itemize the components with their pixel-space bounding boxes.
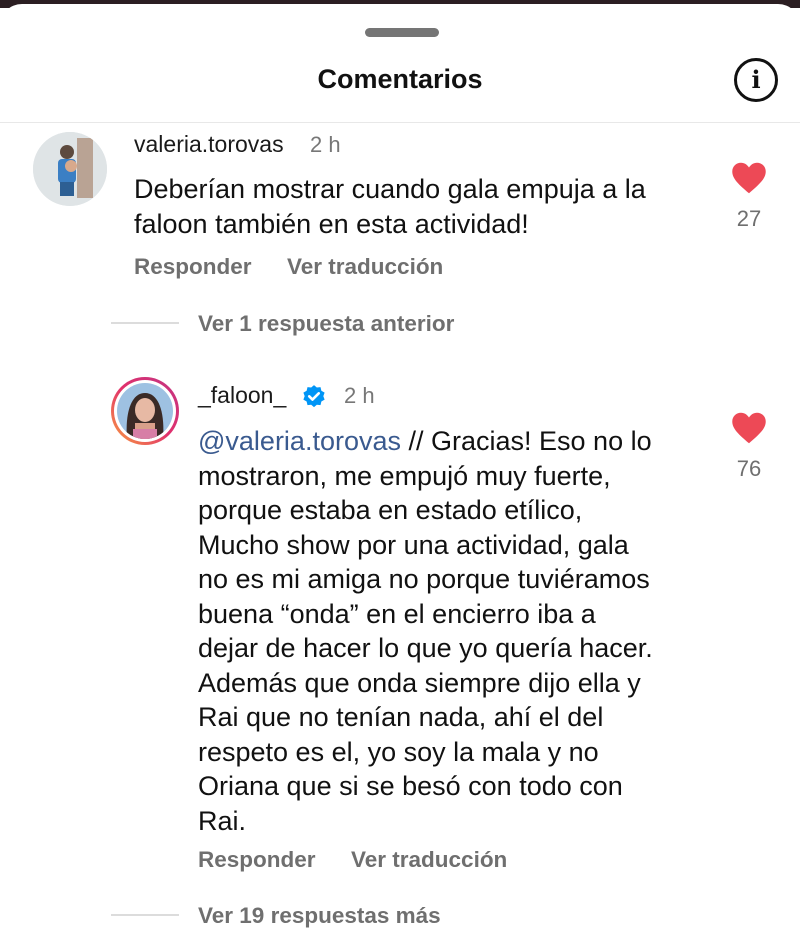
comment-text-line: Además que onda siempre dijo ella y [198,667,641,698]
sheet-title: Comentarios [317,64,483,94]
comment-text-line: dejar de hacer lo que yo quería hacer. [198,633,653,663]
verified-badge-icon [303,385,325,408]
comment-username[interactable]: _faloon_ [198,382,286,409]
comment-text-line: buena “onda” en el encierro iba a [198,598,596,629]
like-count: 76 [736,456,762,481]
comment-text-line: respeto es el, yo soy la mala y no [198,736,599,767]
heart-icon[interactable] [731,162,767,194]
heart-icon[interactable] [731,412,767,444]
comment-text-line: faloon también en esta actividad! [134,208,529,239]
comment-text-line: Oriana que si se besó con todo con [198,771,623,801]
comments-sheet: Comentarios i valeria.torovas 2 h Deberí… [0,4,800,929]
see-translation-button[interactable]: Ver traducción [351,847,507,873]
comment-text-line: Mucho show por una actividad, gala [198,529,629,560]
comment-time: 2 h [310,132,341,157]
comment-text-line: Deberían mostrar cuando gala empuja a la [134,174,646,204]
comment-text-line: @valeria.torovas // Gracias! Eso no lo [198,424,653,459]
drag-handle[interactable] [365,28,439,37]
comment-text: @valeria.torovas // Gracias! Eso no lo m… [198,424,653,838]
comment-text-line: no es mi amiga no porque tuviéramos [198,564,650,594]
thread-line [111,914,179,916]
view-more-replies-button[interactable]: Ver 19 respuestas más [198,903,441,929]
header-divider [0,122,800,123]
mention-link[interactable]: @valeria.torovas [198,426,401,456]
see-translation-button[interactable]: Ver traducción [287,254,443,280]
comment-text-line: mostraron, me empujó muy fuerte, [198,460,611,491]
reply-button[interactable]: Responder [198,847,316,873]
reply-button[interactable]: Responder [134,254,252,280]
like-count: 27 [736,206,762,231]
thread-line [111,322,179,324]
avatar-faloon[interactable] [111,377,179,445]
comment-text-line: Rai que no tenían nada, ahí el del [198,702,604,732]
comment-text-segment: // Gracias! Eso no lo [401,426,652,456]
comment-text: Deberían mostrar cuando gala empuja a la… [134,172,646,241]
comment-username[interactable]: valeria.torovas [134,131,284,158]
avatar-valeria[interactable] [33,132,107,206]
comment-text-line: porque estaba en estado etílico, [198,495,583,525]
comment-time: 2 h [344,383,375,408]
info-icon[interactable]: i [734,58,778,102]
view-previous-replies-button[interactable]: Ver 1 respuesta anterior [198,311,454,337]
comment-text-line: Rai. [198,805,247,836]
